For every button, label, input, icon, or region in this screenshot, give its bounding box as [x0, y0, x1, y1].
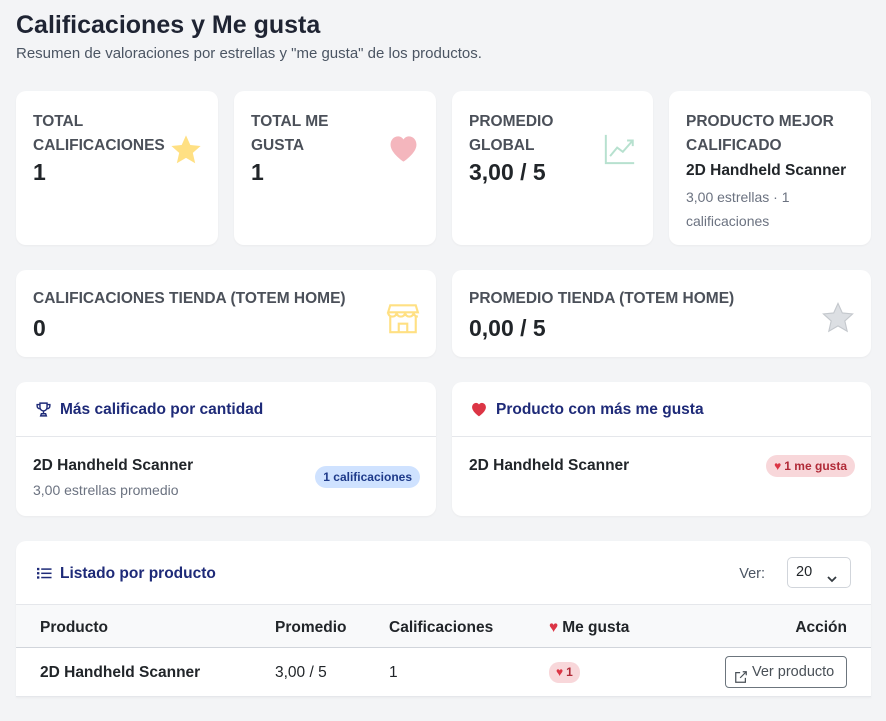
stat-card-best-product: PRODUCTO MEJOR CALIFICADO 2D Handheld Sc… — [669, 91, 871, 245]
stat-value: 0,00 / 5 — [469, 315, 546, 341]
star-outline-icon — [821, 302, 855, 339]
heart-icon — [470, 401, 488, 422]
panel-header: Más calificado por cantidad — [16, 382, 436, 437]
most-liked-panel: Producto con más me gusta 2D Handheld Sc… — [452, 382, 871, 516]
heart-icon: ♥ — [549, 619, 559, 636]
listing-title: Listado por producto — [60, 565, 216, 582]
most-liked-product-name: 2D Handheld Scanner — [469, 457, 630, 474]
most-rated-panel: Más calificado por cantidad 2D Handheld … — [16, 382, 436, 516]
chart-line-icon — [603, 132, 637, 171]
column-header-average: Promedio — [275, 619, 347, 636]
list-icon — [37, 567, 52, 585]
cell-ratings: 1 — [389, 664, 398, 681]
external-link-icon — [734, 665, 748, 695]
view-product-button[interactable]: Ver producto — [725, 656, 847, 688]
best-product-meta: 3,00 estrellas · 1 calificaciones — [686, 189, 790, 229]
panel-header: Producto con más me gusta — [452, 382, 871, 437]
stat-label: PROMEDIO TIENDA (TOTEM HOME) — [469, 290, 735, 307]
heart-icon: ♥ — [774, 459, 782, 473]
likes-count-badge: ♥ 1 me gusta — [766, 455, 855, 477]
stat-card-global-avg: PROMEDIO GLOBAL 3,00 / 5 — [452, 91, 653, 245]
product-listing: Listado por producto Ver: 20 Producto Pr… — [16, 541, 871, 697]
most-rated-product-name: 2D Handheld Scanner — [33, 457, 194, 474]
chevron-down-icon — [826, 567, 838, 596]
column-header-likes: ♥ Me gusta — [549, 619, 630, 636]
stat-card-store-avg: PROMEDIO TIENDA (TOTEM HOME) 0,00 / 5 — [452, 270, 871, 357]
stat-value: 1 — [33, 159, 46, 185]
stat-card-store-ratings: CALIFICACIONES TIENDA (TOTEM HOME) 0 — [16, 270, 436, 357]
page-size-select[interactable]: 20 — [787, 557, 851, 588]
page-title: Calificaciones y Me gusta — [16, 11, 321, 39]
table-header: Producto Promedio Calificaciones ♥ Me gus… — [16, 604, 871, 648]
star-icon — [169, 134, 203, 171]
stat-label: TOTAL CALIFICACIONES — [33, 113, 165, 154]
stat-value: 3,00 / 5 — [469, 159, 546, 185]
cell-average: 3,00 / 5 — [275, 664, 327, 681]
trophy-icon — [35, 401, 52, 423]
best-product-name: 2D Handheld Scanner — [686, 162, 847, 179]
page-subtitle: Resumen de valoraciones por estrellas y … — [16, 45, 482, 62]
stat-label: CALIFICACIONES TIENDA (TOTEM HOME) — [33, 290, 346, 307]
shop-icon — [386, 302, 420, 339]
panel-title: Producto con más me gusta — [496, 401, 704, 418]
column-header-action: Acción — [795, 619, 847, 636]
stat-label: PRODUCTO MEJOR CALIFICADO — [686, 113, 834, 154]
heart-icon — [387, 133, 420, 168]
stat-label: PROMEDIO GLOBAL — [469, 113, 554, 154]
ratings-count-badge: 1 calificaciones — [315, 466, 420, 488]
stat-card-total-likes: TOTAL ME GUSTA 1 — [234, 91, 436, 245]
cell-product: 2D Handheld Scanner — [40, 664, 201, 681]
stat-card-total-ratings: TOTAL CALIFICACIONES 1 — [16, 91, 218, 245]
stat-value: 0 — [33, 315, 46, 341]
stat-value: 1 — [251, 159, 264, 185]
cell-likes-badge: ♥ 1 — [549, 662, 580, 683]
column-header-product: Producto — [40, 619, 109, 636]
most-rated-product-sub: 3,00 estrellas promedio — [33, 482, 179, 498]
panel-title: Más calificado por cantidad — [60, 401, 264, 418]
column-header-ratings: Calificaciones — [389, 619, 494, 636]
stat-label: TOTAL ME GUSTA — [251, 113, 329, 154]
page-size-label: Ver: — [739, 566, 765, 582]
table-row: 2D Handheld Scanner 3,00 / 5 1 ♥ 1 Ver pr… — [16, 648, 871, 697]
heart-icon: ♥ — [556, 665, 564, 679]
